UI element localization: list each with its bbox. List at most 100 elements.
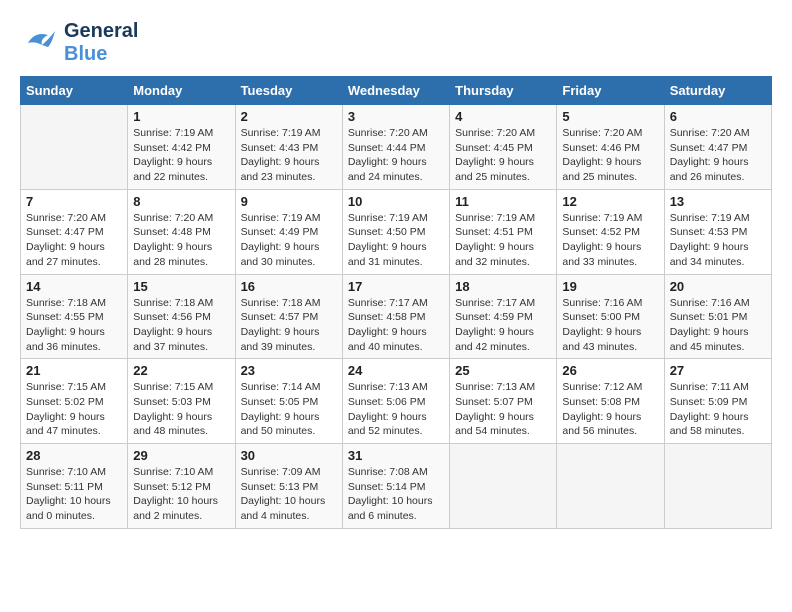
logo-icon — [20, 23, 60, 63]
day-info: Sunrise: 7:09 AMSunset: 5:13 PMDaylight:… — [241, 465, 337, 524]
day-number: 18 — [455, 279, 551, 294]
day-info: Sunrise: 7:20 AMSunset: 4:47 PMDaylight:… — [670, 126, 766, 185]
day-number: 7 — [26, 194, 122, 209]
day-number: 6 — [670, 109, 766, 124]
day-number: 23 — [241, 363, 337, 378]
day-info: Sunrise: 7:13 AMSunset: 5:07 PMDaylight:… — [455, 380, 551, 439]
day-info: Sunrise: 7:17 AMSunset: 4:59 PMDaylight:… — [455, 296, 551, 355]
day-of-week-header: Thursday — [450, 77, 557, 105]
calendar-cell: 6 Sunrise: 7:20 AMSunset: 4:47 PMDaylight… — [664, 105, 771, 190]
logo-general: General — [64, 20, 138, 43]
calendar-week-row: 28 Sunrise: 7:10 AMSunset: 5:11 PMDayligh… — [21, 444, 772, 529]
calendar-cell: 9 Sunrise: 7:19 AMSunset: 4:49 PMDaylight… — [235, 189, 342, 274]
day-number: 19 — [562, 279, 658, 294]
day-number: 30 — [241, 448, 337, 463]
day-of-week-header: Wednesday — [342, 77, 449, 105]
day-info: Sunrise: 7:19 AMSunset: 4:51 PMDaylight:… — [455, 211, 551, 270]
calendar-cell: 25 Sunrise: 7:13 AMSunset: 5:07 PMDayligh… — [450, 359, 557, 444]
day-info: Sunrise: 7:20 AMSunset: 4:45 PMDaylight:… — [455, 126, 551, 185]
calendar-cell: 11Sunrise: 7:19 AMSunset: 4:51 PMDayligh… — [450, 189, 557, 274]
day-number: 29 — [133, 448, 229, 463]
day-info: Sunrise: 7:16 AMSunset: 5:00 PMDaylight:… — [562, 296, 658, 355]
calendar-cell: 14Sunrise: 7:18 AMSunset: 4:55 PMDayligh… — [21, 274, 128, 359]
day-of-week-header: Friday — [557, 77, 664, 105]
day-info: Sunrise: 7:15 AMSunset: 5:02 PMDaylight:… — [26, 380, 122, 439]
day-info: Sunrise: 7:13 AMSunset: 5:06 PMDaylight:… — [348, 380, 444, 439]
logo-blue: Blue — [64, 43, 107, 66]
day-info: Sunrise: 7:10 AMSunset: 5:12 PMDaylight:… — [133, 465, 229, 524]
calendar-week-row: 14Sunrise: 7:18 AMSunset: 4:55 PMDayligh… — [21, 274, 772, 359]
calendar-cell: 30 Sunrise: 7:09 AMSunset: 5:13 PMDayligh… — [235, 444, 342, 529]
calendar-cell: 18 Sunrise: 7:17 AMSunset: 4:59 PMDayligh… — [450, 274, 557, 359]
calendar-cell: 3 Sunrise: 7:20 AMSunset: 4:44 PMDaylight… — [342, 105, 449, 190]
day-info: Sunrise: 7:20 AMSunset: 4:46 PMDaylight:… — [562, 126, 658, 185]
day-info: Sunrise: 7:18 AMSunset: 4:56 PMDaylight:… — [133, 296, 229, 355]
day-number: 15 — [133, 279, 229, 294]
day-number: 12 — [562, 194, 658, 209]
day-info: Sunrise: 7:20 AMSunset: 4:48 PMDaylight:… — [133, 211, 229, 270]
day-number: 3 — [348, 109, 444, 124]
day-of-week-header: Tuesday — [235, 77, 342, 105]
day-number: 17 — [348, 279, 444, 294]
day-number: 13 — [670, 194, 766, 209]
day-number: 24 — [348, 363, 444, 378]
day-info: Sunrise: 7:19 AMSunset: 4:42 PMDaylight:… — [133, 126, 229, 185]
day-of-week-header: Sunday — [21, 77, 128, 105]
day-number: 22 — [133, 363, 229, 378]
calendar-cell — [21, 105, 128, 190]
day-number: 14 — [26, 279, 122, 294]
day-number: 21 — [26, 363, 122, 378]
day-number: 10 — [348, 194, 444, 209]
calendar-cell: 5 Sunrise: 7:20 AMSunset: 4:46 PMDaylight… — [557, 105, 664, 190]
calendar-cell: 19 Sunrise: 7:16 AMSunset: 5:00 PMDayligh… — [557, 274, 664, 359]
day-info: Sunrise: 7:20 AMSunset: 4:44 PMDaylight:… — [348, 126, 444, 185]
day-info: Sunrise: 7:12 AMSunset: 5:08 PMDaylight:… — [562, 380, 658, 439]
calendar-header-row: SundayMondayTuesdayWednesdayThursdayFrid… — [21, 77, 772, 105]
day-number: 9 — [241, 194, 337, 209]
calendar-cell — [450, 444, 557, 529]
day-number: 26 — [562, 363, 658, 378]
calendar-cell: 16Sunrise: 7:18 AMSunset: 4:57 PMDayligh… — [235, 274, 342, 359]
day-info: Sunrise: 7:08 AMSunset: 5:14 PMDaylight:… — [348, 465, 444, 524]
day-info: Sunrise: 7:19 AMSunset: 4:43 PMDaylight:… — [241, 126, 337, 185]
calendar-table: SundayMondayTuesdayWednesdayThursdayFrid… — [20, 76, 772, 529]
calendar-cell: 27Sunrise: 7:11 AMSunset: 5:09 PMDayligh… — [664, 359, 771, 444]
calendar-cell: 17Sunrise: 7:17 AMSunset: 4:58 PMDayligh… — [342, 274, 449, 359]
day-number: 20 — [670, 279, 766, 294]
day-info: Sunrise: 7:18 AMSunset: 4:57 PMDaylight:… — [241, 296, 337, 355]
calendar-cell: 8Sunrise: 7:20 AMSunset: 4:48 PMDaylight… — [128, 189, 235, 274]
calendar-cell: 31Sunrise: 7:08 AMSunset: 5:14 PMDayligh… — [342, 444, 449, 529]
day-info: Sunrise: 7:11 AMSunset: 5:09 PMDaylight:… — [670, 380, 766, 439]
day-info: Sunrise: 7:20 AMSunset: 4:47 PMDaylight:… — [26, 211, 122, 270]
calendar-week-row: 7 Sunrise: 7:20 AMSunset: 4:47 PMDaylight… — [21, 189, 772, 274]
calendar-cell: 12Sunrise: 7:19 AMSunset: 4:52 PMDayligh… — [557, 189, 664, 274]
calendar-cell — [664, 444, 771, 529]
day-number: 5 — [562, 109, 658, 124]
calendar-cell: 28 Sunrise: 7:10 AMSunset: 5:11 PMDayligh… — [21, 444, 128, 529]
calendar-cell: 13Sunrise: 7:19 AMSunset: 4:53 PMDayligh… — [664, 189, 771, 274]
calendar-cell: 26 Sunrise: 7:12 AMSunset: 5:08 PMDayligh… — [557, 359, 664, 444]
day-number: 28 — [26, 448, 122, 463]
day-number: 25 — [455, 363, 551, 378]
calendar-cell: 23 Sunrise: 7:14 AMSunset: 5:05 PMDayligh… — [235, 359, 342, 444]
page-header: General Blue — [20, 20, 772, 66]
day-info: Sunrise: 7:15 AMSunset: 5:03 PMDaylight:… — [133, 380, 229, 439]
day-info: Sunrise: 7:19 AMSunset: 4:49 PMDaylight:… — [241, 211, 337, 270]
calendar-cell: 22 Sunrise: 7:15 AMSunset: 5:03 PMDayligh… — [128, 359, 235, 444]
logo: General Blue — [20, 20, 138, 66]
day-info: Sunrise: 7:19 AMSunset: 4:50 PMDaylight:… — [348, 211, 444, 270]
calendar-cell: 7 Sunrise: 7:20 AMSunset: 4:47 PMDaylight… — [21, 189, 128, 274]
calendar-week-row: 1 Sunrise: 7:19 AMSunset: 4:42 PMDaylight… — [21, 105, 772, 190]
logo-text-block: General Blue — [64, 20, 138, 66]
calendar-cell: 24 Sunrise: 7:13 AMSunset: 5:06 PMDayligh… — [342, 359, 449, 444]
day-of-week-header: Monday — [128, 77, 235, 105]
day-info: Sunrise: 7:14 AMSunset: 5:05 PMDaylight:… — [241, 380, 337, 439]
calendar-cell: 20 Sunrise: 7:16 AMSunset: 5:01 PMDayligh… — [664, 274, 771, 359]
day-info: Sunrise: 7:16 AMSunset: 5:01 PMDaylight:… — [670, 296, 766, 355]
calendar-cell: 21 Sunrise: 7:15 AMSunset: 5:02 PMDayligh… — [21, 359, 128, 444]
calendar-cell: 29 Sunrise: 7:10 AMSunset: 5:12 PMDayligh… — [128, 444, 235, 529]
day-number: 4 — [455, 109, 551, 124]
day-info: Sunrise: 7:10 AMSunset: 5:11 PMDaylight:… — [26, 465, 122, 524]
day-number: 1 — [133, 109, 229, 124]
calendar-cell: 15 Sunrise: 7:18 AMSunset: 4:56 PMDayligh… — [128, 274, 235, 359]
